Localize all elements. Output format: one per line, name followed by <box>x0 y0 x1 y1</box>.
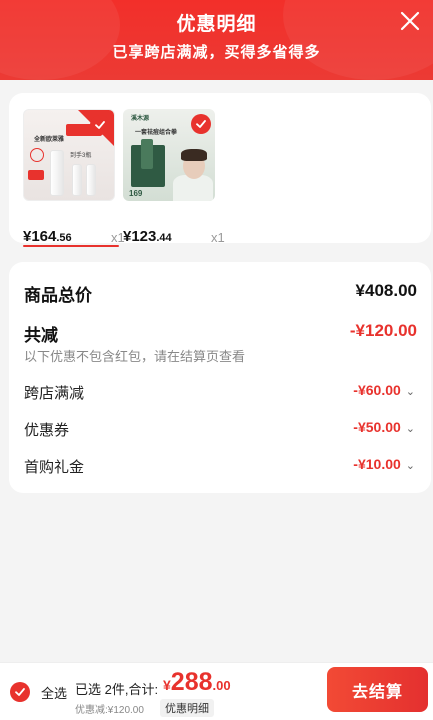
thumb-text: 到手3瓶 <box>70 153 92 159</box>
page-subtitle: 已享跨店满减，买得多省得多 <box>112 44 321 61</box>
total-price-label: 商品总价 <box>24 286 92 305</box>
product-bottle <box>86 164 96 196</box>
select-all-label[interactable]: 全选 <box>41 683 67 702</box>
total-price-value: ¥408.00 <box>355 281 417 300</box>
discount-detail-link[interactable]: 优惠明细 <box>160 699 214 717</box>
product-bottle <box>50 150 64 196</box>
thumb-text: 一套祛痘组合拳 <box>135 130 178 136</box>
selected-count-text: 已选 2件,合计: <box>75 682 159 697</box>
discount-value: -¥50.00 ⌄ <box>353 419 415 435</box>
product-item[interactable]: 全新欧莱雅 到手3瓶 ¥164.56 x1 <box>23 109 125 247</box>
page-title: 优惠明细 <box>176 14 257 35</box>
chevron-down-icon[interactable]: ⌄ <box>406 422 415 435</box>
product-price: ¥123.44 <box>123 228 172 245</box>
chevron-down-icon[interactable]: ⌄ <box>406 459 415 472</box>
header: 优惠明细 已享跨店满减，买得多省得多 <box>0 0 433 80</box>
discount-summary-card: 商品总价 ¥408.00 共减 -¥120.00 以下优惠不包含红包，请在结算页… <box>9 262 431 493</box>
total-sum: ¥288.00 <box>163 668 231 696</box>
discount-amount-text: 优惠减:¥120.00 <box>75 705 144 716</box>
checkout-bar: 全选 已选 2件,合计: ¥288.00 优惠减:¥120.00 优惠明细 去结… <box>0 662 433 720</box>
product-bottle <box>72 164 82 196</box>
checkout-button[interactable]: 去结算 <box>327 667 428 712</box>
product-quantity: x1 <box>211 230 225 245</box>
selected-underline <box>23 245 119 247</box>
discount-label: 首购礼金 <box>24 459 85 476</box>
product-bottle <box>141 139 153 169</box>
selected-check-icon[interactable] <box>90 115 110 135</box>
product-price: ¥164.56 <box>23 228 72 245</box>
promo-circle <box>30 148 44 162</box>
total-reduce-label: 共减 <box>24 326 58 345</box>
close-icon[interactable] <box>399 10 421 32</box>
thumb-text: 169 <box>129 189 143 198</box>
discount-note: 以下优惠不包含红包，请在结算页查看 <box>24 349 246 364</box>
total-reduce-value: -¥120.00 <box>349 321 417 340</box>
discount-label: 跨店满减 <box>24 385 85 402</box>
discount-label: 优惠券 <box>24 422 70 439</box>
discount-value: -¥10.00 ⌄ <box>353 456 415 472</box>
promo-badge <box>28 170 44 180</box>
product-item[interactable]: 溪木源 一套祛痘组合拳 169 ¥123.44 x1 <box>123 109 225 245</box>
product-thumbnail[interactable]: 溪木源 一套祛痘组合拳 169 <box>123 109 215 201</box>
discount-value: -¥60.00 ⌄ <box>353 382 415 398</box>
selected-check-icon[interactable] <box>191 114 211 134</box>
product-card: 全新欧莱雅 到手3瓶 ¥164.56 x1 溪木源 一套祛痘组合拳 169 ¥1… <box>9 93 431 247</box>
brand-logo: 溪木源 <box>131 116 150 122</box>
price-row: ¥123.44 x1 <box>123 228 229 248</box>
product-thumbnail[interactable]: 全新欧莱雅 到手3瓶 <box>23 109 115 201</box>
chevron-down-icon[interactable]: ⌄ <box>406 385 415 398</box>
select-all-check-icon[interactable] <box>10 682 30 702</box>
person <box>181 149 207 161</box>
thumb-text: 全新欧莱雅 <box>34 137 65 143</box>
